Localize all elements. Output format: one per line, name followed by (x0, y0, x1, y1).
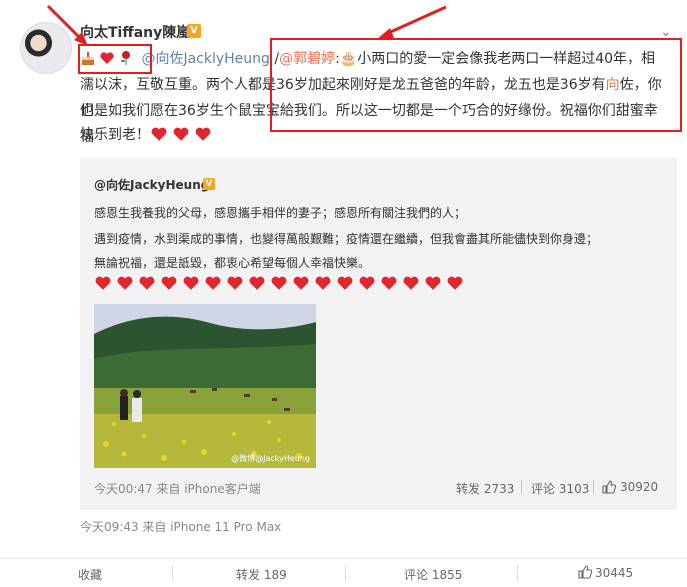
action-bar: 收藏 转发 189 评论 1855 30445 (0, 558, 687, 587)
annotation-arrow-icon (46, 4, 88, 46)
repost-like-count[interactable]: 30920 (620, 480, 658, 494)
repost-text-line: 無論祝福，還是詆毀，都衷心希望每個人幸福快樂。 (94, 256, 371, 270)
divider (593, 480, 594, 494)
verified-badge-icon: V (203, 178, 215, 190)
heart-icon (425, 276, 441, 290)
heart-icon (447, 276, 463, 290)
heart-icon (117, 276, 133, 290)
repost-forward-count[interactable]: 转发 2733 (456, 480, 514, 497)
heart-icon (139, 276, 155, 290)
repost-comment-count[interactable]: 评论 3103 (531, 480, 589, 497)
heart-icon (359, 276, 375, 290)
divider (521, 480, 522, 494)
divider (345, 565, 346, 581)
annotation-box-text (270, 38, 682, 132)
favorite-button[interactable]: 收藏 (78, 566, 102, 583)
heart-icon (271, 276, 287, 290)
reposted-post[interactable]: @向佐JackyHeung V 感恩生我養我的父母，感恩攜手相伴的妻子；感恩所有… (80, 158, 677, 510)
thumbs-up-icon[interactable] (578, 565, 592, 579)
repost-username[interactable]: @向佐JackyHeung (94, 176, 209, 193)
repost-hearts (94, 274, 468, 296)
heart-icon (205, 276, 221, 290)
repost-text-line: 感恩生我養我的父母，感恩攜手相伴的妻子；感恩所有關注我們的人； (94, 206, 467, 220)
annotation-box-emoji (78, 44, 152, 74)
heart-icon (337, 276, 353, 290)
heart-icon (403, 276, 419, 290)
comment-button[interactable]: 评论 1855 (404, 566, 462, 583)
heart-icon (315, 276, 331, 290)
mention-jackyheung[interactable]: @向佐JacklyHeung (141, 51, 269, 67)
heart-icon (161, 276, 177, 290)
heart-icon (249, 276, 265, 290)
repost-meta[interactable]: 今天00:47 来自 iPhone客户端 (94, 480, 261, 497)
repost-text-line: 遇到疫情，水到渠成的事情，也變得萬般艱難；疫情還在繼續，但我會盡其所能儘快到你身… (94, 232, 599, 246)
heart-icon (95, 276, 111, 290)
heart-icon (183, 276, 199, 290)
verified-badge-icon: V (187, 24, 201, 38)
heart-icon (173, 127, 189, 141)
repost-button[interactable]: 转发 189 (236, 566, 287, 583)
photo-watermark: @微博@JackyHeung (231, 454, 310, 463)
divider (172, 565, 173, 581)
couple-photo[interactable]: @微博@JackyHeung (94, 304, 316, 468)
heart-icon (195, 127, 211, 141)
thumbs-up-icon[interactable] (602, 480, 616, 494)
post-username[interactable]: 向太Tiffany陳嵐 (80, 22, 190, 42)
like-button[interactable]: 30445 (595, 566, 633, 580)
heart-icon (381, 276, 397, 290)
heart-icon (151, 127, 167, 141)
heart-icon (227, 276, 243, 290)
weibo-post: 向太Tiffany陳嵐 V ⌄ @向佐JacklyHeung /@郭碧婷:🎂小两… (0, 0, 687, 586)
annotation-arrow-icon (376, 5, 447, 40)
post-text-4: 快乐到老！ (80, 127, 150, 143)
post-meta[interactable]: 今天09:43 来自 iPhone 11 Pro Max (80, 518, 281, 535)
divider (517, 565, 518, 581)
heart-icon (293, 276, 309, 290)
